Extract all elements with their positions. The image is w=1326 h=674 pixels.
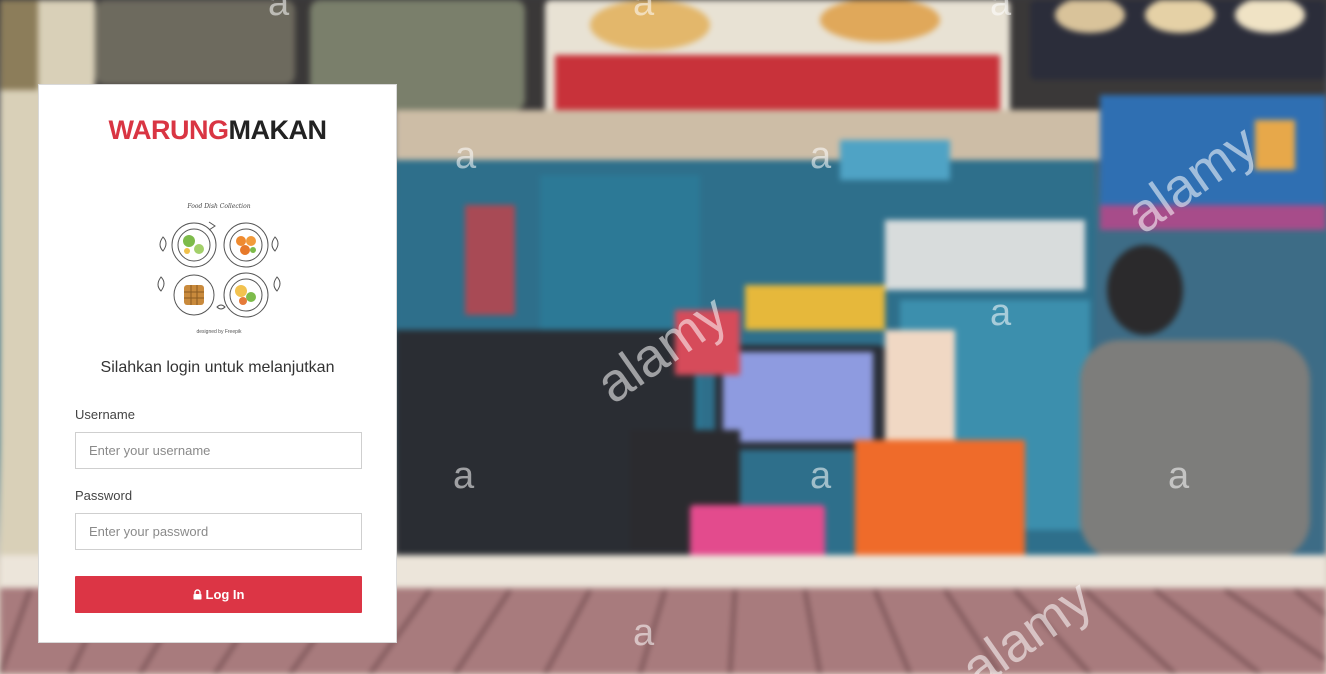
food-plates-icon [157,221,281,318]
illustration-caption: Food Dish Collection [187,203,251,210]
food-dish-illustration: Food Dish Collection designed by Freepik [149,197,289,337]
illustration-credit: designed by Freepik [196,329,242,335]
password-input[interactable] [75,513,362,550]
login-card: WARUNGMAKAN Food Dish Collection designe… [38,84,397,643]
brand-logo: WARUNGMAKAN [39,115,396,146]
login-button[interactable]: Log In [75,576,362,613]
username-label: Username [75,407,135,422]
brand-name-part1: WARUNG [108,115,230,145]
brand-name-part2: MAKAN [228,115,328,145]
username-input[interactable] [75,432,362,469]
lock-icon [193,589,201,600]
login-instruction: Silahkan login untuk melanjutkan [100,359,335,376]
login-button-label: Log In [205,587,245,602]
password-label: Password [75,488,133,503]
